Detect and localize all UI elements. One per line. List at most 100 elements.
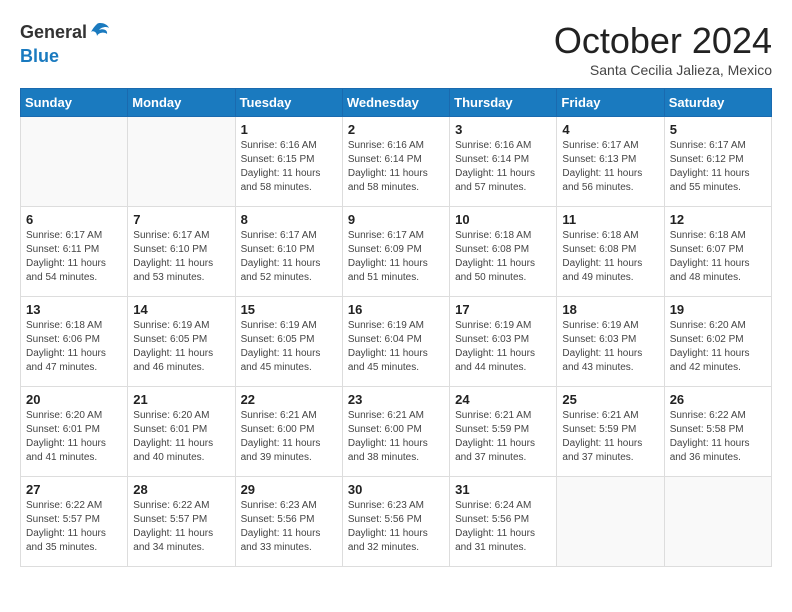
- calendar-cell: 20 Sunrise: 6:20 AMSunset: 6:01 PMDayligh…: [21, 387, 128, 477]
- day-number: 29: [241, 482, 337, 497]
- logo: General Blue: [20, 20, 111, 66]
- col-header-monday: Monday: [128, 89, 235, 117]
- day-info: Sunrise: 6:22 AMSunset: 5:57 PMDaylight:…: [133, 499, 229, 555]
- calendar-cell: 27 Sunrise: 6:22 AMSunset: 5:57 PMDayligh…: [21, 477, 128, 567]
- calendar-cell: 29Sunrise: 6:23 AMSunset: 5:56 PMDayligh…: [235, 477, 342, 567]
- day-number: 12: [670, 212, 766, 227]
- calendar-week-row: 1 Sunrise: 6:16 AMSunset: 6:15 PMDaylight…: [21, 117, 772, 207]
- calendar-cell: 28 Sunrise: 6:22 AMSunset: 5:57 PMDayligh…: [128, 477, 235, 567]
- day-number: 20: [26, 392, 122, 407]
- day-number: 18: [562, 302, 658, 317]
- calendar-cell: 17 Sunrise: 6:19 AMSunset: 6:03 PMDayligh…: [450, 297, 557, 387]
- day-info: Sunrise: 6:17 AMSunset: 6:09 PMDaylight:…: [348, 229, 444, 285]
- calendar-cell: 7 Sunrise: 6:17 AMSunset: 6:10 PMDaylight…: [128, 207, 235, 297]
- calendar-cell: 23Sunrise: 6:21 AMSunset: 6:00 PMDayligh…: [342, 387, 449, 477]
- day-number: 8: [241, 212, 337, 227]
- calendar-cell: 2 Sunrise: 6:16 AMSunset: 6:14 PMDaylight…: [342, 117, 449, 207]
- day-number: 2: [348, 122, 444, 137]
- logo-blue: Blue: [20, 47, 59, 67]
- day-number: 13: [26, 302, 122, 317]
- page-header: General Blue October 2024 Santa Cecilia …: [20, 20, 772, 78]
- calendar-cell: 30 Sunrise: 6:23 AMSunset: 5:56 PMDayligh…: [342, 477, 449, 567]
- day-info: Sunrise: 6:20 AMSunset: 6:01 PMDaylight:…: [26, 409, 122, 465]
- calendar-cell: 13Sunrise: 6:18 AMSunset: 6:06 PMDayligh…: [21, 297, 128, 387]
- day-number: 16: [348, 302, 444, 317]
- calendar-cell: 14 Sunrise: 6:19 AMSunset: 6:05 PMDayligh…: [128, 297, 235, 387]
- day-number: 5: [670, 122, 766, 137]
- day-number: 10: [455, 212, 551, 227]
- calendar-cell: 12Sunrise: 6:18 AMSunset: 6:07 PMDayligh…: [664, 207, 771, 297]
- calendar-cell: 1 Sunrise: 6:16 AMSunset: 6:15 PMDaylight…: [235, 117, 342, 207]
- day-number: 31: [455, 482, 551, 497]
- calendar-cell: 4 Sunrise: 6:17 AMSunset: 6:13 PMDaylight…: [557, 117, 664, 207]
- col-header-saturday: Saturday: [664, 89, 771, 117]
- col-header-tuesday: Tuesday: [235, 89, 342, 117]
- day-info: Sunrise: 6:20 AMSunset: 6:02 PMDaylight:…: [670, 319, 766, 375]
- day-number: 1: [241, 122, 337, 137]
- calendar-week-row: 20 Sunrise: 6:20 AMSunset: 6:01 PMDayligh…: [21, 387, 772, 477]
- day-number: 26: [670, 392, 766, 407]
- col-header-friday: Friday: [557, 89, 664, 117]
- day-info: Sunrise: 6:21 AMSunset: 5:59 PMDaylight:…: [562, 409, 658, 465]
- day-number: 23: [348, 392, 444, 407]
- calendar-cell: 9Sunrise: 6:17 AMSunset: 6:09 PMDaylight…: [342, 207, 449, 297]
- day-number: 17: [455, 302, 551, 317]
- day-number: 24: [455, 392, 551, 407]
- calendar-cell: [21, 117, 128, 207]
- day-number: 14: [133, 302, 229, 317]
- day-info: Sunrise: 6:19 AMSunset: 6:05 PMDaylight:…: [133, 319, 229, 375]
- calendar-cell: 31Sunrise: 6:24 AMSunset: 5:56 PMDayligh…: [450, 477, 557, 567]
- calendar-cell: 26 Sunrise: 6:22 AMSunset: 5:58 PMDayligh…: [664, 387, 771, 477]
- day-number: 28: [133, 482, 229, 497]
- day-info: Sunrise: 6:17 AMSunset: 6:11 PMDaylight:…: [26, 229, 122, 285]
- day-info: Sunrise: 6:19 AMSunset: 6:04 PMDaylight:…: [348, 319, 444, 375]
- day-info: Sunrise: 6:18 AMSunset: 6:08 PMDaylight:…: [562, 229, 658, 285]
- calendar-cell: 22Sunrise: 6:21 AMSunset: 6:00 PMDayligh…: [235, 387, 342, 477]
- day-number: 21: [133, 392, 229, 407]
- day-info: Sunrise: 6:18 AMSunset: 6:08 PMDaylight:…: [455, 229, 551, 285]
- day-info: Sunrise: 6:23 AMSunset: 5:56 PMDaylight:…: [348, 499, 444, 555]
- calendar-cell: 10 Sunrise: 6:18 AMSunset: 6:08 PMDayligh…: [450, 207, 557, 297]
- day-info: Sunrise: 6:19 AMSunset: 6:03 PMDaylight:…: [562, 319, 658, 375]
- day-info: Sunrise: 6:22 AMSunset: 5:57 PMDaylight:…: [26, 499, 122, 555]
- day-info: Sunrise: 6:17 AMSunset: 6:12 PMDaylight:…: [670, 139, 766, 195]
- calendar-cell: [557, 477, 664, 567]
- col-header-sunday: Sunday: [21, 89, 128, 117]
- day-number: 4: [562, 122, 658, 137]
- day-number: 11: [562, 212, 658, 227]
- day-info: Sunrise: 6:19 AMSunset: 6:05 PMDaylight:…: [241, 319, 337, 375]
- calendar-cell: 8Sunrise: 6:17 AMSunset: 6:10 PMDaylight…: [235, 207, 342, 297]
- calendar-cell: 16 Sunrise: 6:19 AMSunset: 6:04 PMDayligh…: [342, 297, 449, 387]
- calendar-cell: 11 Sunrise: 6:18 AMSunset: 6:08 PMDayligh…: [557, 207, 664, 297]
- calendar-cell: [128, 117, 235, 207]
- calendar-cell: 18 Sunrise: 6:19 AMSunset: 6:03 PMDayligh…: [557, 297, 664, 387]
- calendar-cell: 19 Sunrise: 6:20 AMSunset: 6:02 PMDayligh…: [664, 297, 771, 387]
- day-number: 15: [241, 302, 337, 317]
- day-number: 6: [26, 212, 122, 227]
- day-info: Sunrise: 6:19 AMSunset: 6:03 PMDaylight:…: [455, 319, 551, 375]
- day-info: Sunrise: 6:21 AMSunset: 5:59 PMDaylight:…: [455, 409, 551, 465]
- day-info: Sunrise: 6:16 AMSunset: 6:15 PMDaylight:…: [241, 139, 337, 195]
- day-number: 25: [562, 392, 658, 407]
- day-number: 19: [670, 302, 766, 317]
- calendar-cell: 3Sunrise: 6:16 AMSunset: 6:14 PMDaylight…: [450, 117, 557, 207]
- day-number: 27: [26, 482, 122, 497]
- day-info: Sunrise: 6:22 AMSunset: 5:58 PMDaylight:…: [670, 409, 766, 465]
- calendar-cell: 21 Sunrise: 6:20 AMSunset: 6:01 PMDayligh…: [128, 387, 235, 477]
- calendar-week-row: 6 Sunrise: 6:17 AMSunset: 6:11 PMDaylight…: [21, 207, 772, 297]
- day-number: 22: [241, 392, 337, 407]
- day-info: Sunrise: 6:17 AMSunset: 6:10 PMDaylight:…: [133, 229, 229, 285]
- title-block: October 2024 Santa Cecilia Jalieza, Mexi…: [554, 20, 772, 78]
- calendar-week-row: 13Sunrise: 6:18 AMSunset: 6:06 PMDayligh…: [21, 297, 772, 387]
- day-info: Sunrise: 6:20 AMSunset: 6:01 PMDaylight:…: [133, 409, 229, 465]
- calendar-cell: 24 Sunrise: 6:21 AMSunset: 5:59 PMDayligh…: [450, 387, 557, 477]
- calendar-cell: 5 Sunrise: 6:17 AMSunset: 6:12 PMDaylight…: [664, 117, 771, 207]
- day-number: 30: [348, 482, 444, 497]
- day-number: 7: [133, 212, 229, 227]
- month-title: October 2024: [554, 20, 772, 62]
- logo-general: General: [20, 23, 87, 43]
- day-info: Sunrise: 6:16 AMSunset: 6:14 PMDaylight:…: [348, 139, 444, 195]
- calendar-cell: 25 Sunrise: 6:21 AMSunset: 5:59 PMDayligh…: [557, 387, 664, 477]
- day-number: 3: [455, 122, 551, 137]
- day-info: Sunrise: 6:17 AMSunset: 6:13 PMDaylight:…: [562, 139, 658, 195]
